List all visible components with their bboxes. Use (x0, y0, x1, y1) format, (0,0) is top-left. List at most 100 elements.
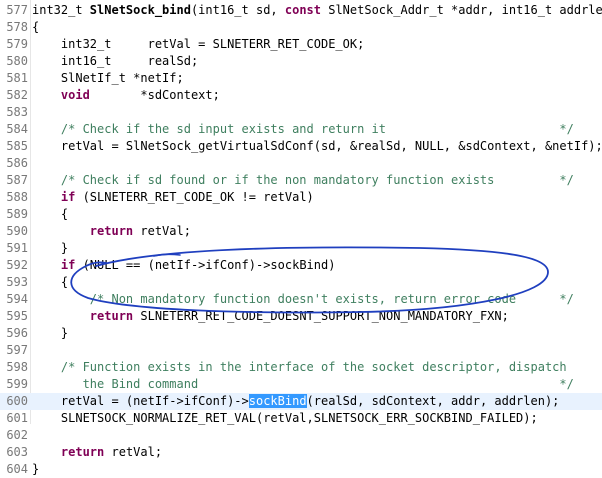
code-token: int32_t retVal = SLNETERR_RET_CODE_OK; (32, 37, 365, 51)
code-line[interactable]: 583 (0, 104, 602, 121)
code-line[interactable]: 598 /* Function exists in the interface … (0, 359, 602, 376)
code-line[interactable]: 594 /* Non mandatory function doesn't ex… (0, 291, 602, 308)
code-text[interactable]: return SLNETERR_RET_CODE_DOESNT_SUPPORT_… (32, 308, 509, 325)
line-number: 584 (6, 122, 28, 136)
code-text[interactable]: { (32, 206, 68, 223)
code-token: { (32, 20, 40, 34)
line-number: 591 (6, 241, 28, 255)
code-line[interactable]: 585 retVal = SlNetSock_getVirtualSdConf(… (0, 138, 602, 155)
code-line[interactable]: 590 return retVal; (0, 223, 602, 240)
line-number: 581 (6, 71, 28, 85)
code-text[interactable]: int16_t realSd; (32, 53, 198, 70)
line-number: 583 (6, 105, 28, 119)
code-line[interactable]: 577 int32_t SlNetSock_bind(int16_t sd, co… (0, 2, 602, 19)
code-line[interactable]: 596 } (0, 325, 602, 342)
code-text[interactable]: } (32, 240, 68, 257)
code-token: { (32, 207, 69, 221)
code-text[interactable]: int32_t SlNetSock_bind(int16_t sd, const… (32, 2, 602, 19)
line-number: 580 (6, 54, 28, 68)
code-line[interactable]: 595 return SLNETERR_RET_CODE_DOESNT_SUPP… (0, 308, 602, 325)
code-line[interactable]: 578 { (0, 19, 602, 36)
code-text[interactable]: /* Function exists in the interface of t… (32, 359, 567, 376)
code-line[interactable]: 579 int32_t retVal = SLNETERR_RET_CODE_O… (0, 36, 602, 53)
code-text[interactable]: return retVal; (32, 444, 162, 461)
code-token: retVal = (netIf->ifConf)-> (32, 394, 249, 408)
code-line[interactable]: 600 retVal = (netIf->ifConf)->sockBind(r… (0, 393, 602, 410)
line-number: 587 (6, 173, 28, 187)
code-text[interactable]: retVal = (netIf->ifConf)->sockBind(realS… (32, 393, 559, 410)
code-text[interactable]: /* Check if the sd input exists and retu… (32, 121, 574, 138)
code-token: (int16_t sd, (190, 3, 285, 17)
code-line[interactable]: 584 /* Check if the sd input exists and … (0, 121, 602, 138)
code-line[interactable]: 589 { (0, 206, 602, 223)
code-text[interactable]: /* Check if sd found or if the non manda… (32, 172, 574, 189)
code-line[interactable]: 597 (0, 342, 602, 359)
line-number: 604 (6, 462, 28, 476)
code-text[interactable]: retVal = SlNetSock_getVirtualSdConf(sd, … (32, 138, 602, 155)
line-number: 593 (6, 275, 28, 289)
keyword-token: return (60, 445, 105, 459)
line-number: 599 (6, 377, 28, 391)
code-line[interactable]: 602 (0, 427, 602, 444)
comment-token: /* Non mandatory function doesn't exists… (32, 292, 574, 306)
line-number: 597 (6, 343, 28, 357)
code-text[interactable]: SLNETSOCK_NORMALIZE_RET_VAL(retVal,SLNET… (32, 410, 538, 427)
code-text[interactable]: the Bind command */ (32, 376, 574, 393)
keyword-token: if (60, 190, 76, 204)
code-token: (realSd, sdContext, addr, addrlen); (306, 394, 560, 408)
code-token: int16_t realSd; (32, 54, 199, 68)
code-token: retVal; (133, 224, 191, 238)
line-number: 592 (6, 258, 28, 272)
comment-token: /* Check if sd found or if the non manda… (32, 173, 574, 187)
code-line[interactable]: 601 SLNETSOCK_NORMALIZE_RET_VAL(retVal,S… (0, 410, 602, 427)
code-token: } (32, 241, 69, 255)
code-token: *sdContext; (89, 88, 220, 102)
code-token: SlNetIf_t *netIf; (32, 71, 184, 85)
code-text[interactable]: { (32, 274, 68, 291)
code-line[interactable]: 586 (0, 155, 602, 172)
code-line[interactable]: 604} (0, 461, 602, 478)
line-number: 582 (6, 88, 28, 102)
code-text[interactable]: return retVal; (32, 223, 191, 240)
code-text[interactable]: /* Non mandatory function doesn't exists… (32, 291, 574, 308)
line-number: 598 (6, 360, 28, 374)
line-number: 586 (6, 156, 28, 170)
comment-token: /* Check if the sd input exists and retu… (32, 122, 574, 136)
line-number: 590 (6, 224, 28, 238)
code-line[interactable]: 581 SlNetIf_t *netIf; (0, 70, 602, 87)
line-number: 577 (6, 3, 28, 17)
code-line[interactable]: 592 if (NULL == (netIf->ifConf)->sockBin… (0, 257, 602, 274)
code-text[interactable]: void *sdContext; (32, 87, 220, 104)
code-text[interactable]: if (SLNETERR_RET_CODE_OK != retVal) (32, 189, 314, 206)
comment-token: /* Function exists in the interface of t… (32, 360, 567, 374)
code-line[interactable]: 582 void *sdContext; (0, 87, 602, 104)
code-token: retVal; (104, 445, 163, 459)
code-text[interactable]: int32_t retVal = SLNETERR_RET_CODE_OK; (32, 36, 364, 53)
code-line[interactable]: 580 int16_t realSd; (0, 53, 602, 70)
code-line[interactable]: 593 { (0, 274, 602, 291)
line-number: 595 (6, 309, 28, 323)
code-line[interactable]: 588 if (SLNETERR_RET_CODE_OK != retVal) (0, 189, 602, 206)
code-text[interactable]: SlNetIf_t *netIf; (32, 70, 184, 87)
code-text[interactable]: } (32, 461, 39, 478)
code-line[interactable]: 603 return retVal; (0, 444, 602, 461)
line-number: 588 (6, 190, 28, 204)
code-editor[interactable]: 577 int32_t SlNetSock_bind(int16_t sd, co… (0, 0, 602, 476)
code-line[interactable]: 587 /* Check if sd found or if the non m… (0, 172, 602, 189)
code-token: SLNETERR_RET_CODE_DOESNT_SUPPORT_NON_MAN… (133, 309, 509, 323)
keyword-token: const (284, 3, 321, 17)
code-text[interactable]: } (32, 325, 68, 342)
selected-text: sockBind (248, 394, 307, 408)
code-line[interactable]: 599 the Bind command */ (0, 376, 602, 393)
code-line[interactable]: 591 } (0, 240, 602, 257)
code-token: int32_t (32, 3, 90, 17)
code-text[interactable]: if (NULL == (netIf->ifConf)->sockBind) (32, 257, 336, 274)
line-number: 596 (6, 326, 28, 340)
code-text[interactable]: { (32, 19, 39, 36)
